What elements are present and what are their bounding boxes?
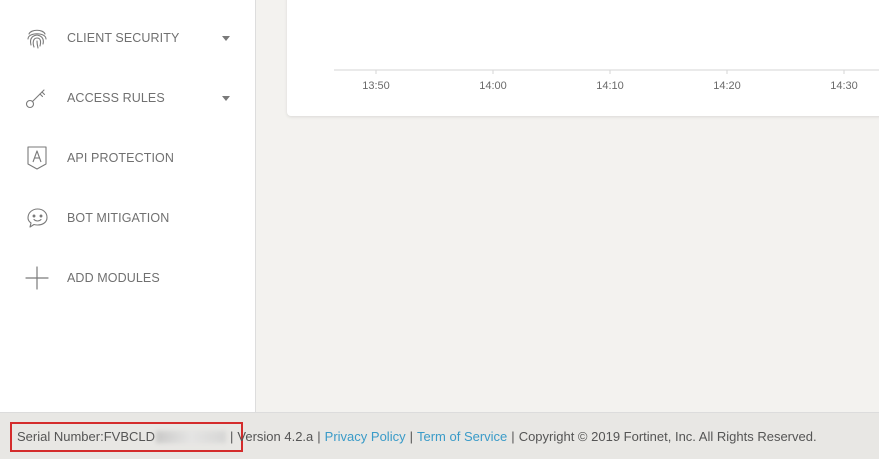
fingerprint-icon: [24, 25, 50, 51]
sidebar-item-label: CLIENT SECURITY: [67, 31, 180, 45]
footer-divider: |: [409, 429, 413, 444]
footer-divider: |: [317, 429, 321, 444]
sidebar: CLIENT SECURITY ACCESS RULES API PROTECT…: [0, 0, 256, 412]
bot-face-icon: [24, 205, 50, 231]
footer: Serial Number: FVBCLD | Version 4.2.a | …: [0, 412, 879, 459]
chevron-down-icon: [222, 35, 230, 41]
chart-card: 13:50 14:00 14:10 14:20 14:30: [287, 0, 879, 116]
chart: 13:50 14:00 14:10 14:20 14:30: [334, 69, 879, 92]
sidebar-item-label: ACCESS RULES: [67, 91, 165, 105]
terms-of-service-link[interactable]: Term of Service: [417, 429, 507, 444]
sidebar-item-label: BOT MITIGATION: [67, 211, 170, 225]
plus-icon: [24, 265, 50, 291]
x-tick-label: 14:30: [830, 80, 858, 92]
footer-divider: |: [230, 429, 234, 444]
sidebar-item-client-security[interactable]: CLIENT SECURITY: [0, 8, 256, 68]
key-icon: [24, 85, 50, 111]
x-tick-label: 14:00: [479, 80, 507, 92]
serial-label: Serial Number:: [17, 429, 104, 444]
sidebar-item-label: API PROTECTION: [67, 151, 174, 165]
footer-divider: |: [511, 429, 515, 444]
sidebar-item-label: ADD MODULES: [67, 271, 160, 285]
version-text: Version 4.2.a: [237, 429, 314, 444]
sidebar-item-add-modules[interactable]: ADD MODULES: [0, 248, 256, 308]
api-shield-icon: [24, 145, 50, 171]
x-tick-label: 13:50: [362, 80, 390, 92]
sidebar-item-access-rules[interactable]: ACCESS RULES: [0, 68, 256, 128]
x-tick-label: 14:10: [596, 80, 624, 92]
footer-text: Serial Number: FVBCLD | Version 4.2.a | …: [17, 429, 817, 444]
chevron-down-icon: [222, 95, 230, 101]
serial-value: FVBCLD: [103, 429, 155, 444]
copyright-text: Copyright © 2019 Fortinet, Inc. All Righ…: [518, 429, 817, 444]
serial-redacted: [156, 430, 226, 443]
x-tick-label: 14:20: [713, 80, 741, 92]
sidebar-item-api-protection[interactable]: API PROTECTION: [0, 128, 256, 188]
sidebar-item-bot-mitigation[interactable]: BOT MITIGATION: [0, 188, 256, 248]
privacy-policy-link[interactable]: Privacy Policy: [325, 429, 406, 444]
